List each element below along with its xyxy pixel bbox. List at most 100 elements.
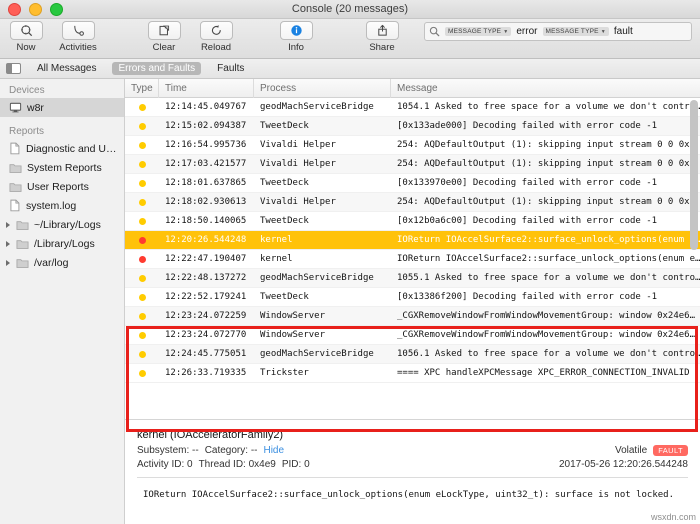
- close-button-icon[interactable]: [8, 2, 21, 16]
- search-token-field-label-1: MESSAGE TYPE: [545, 28, 599, 35]
- detail-volatile-label: Volatile: [614, 445, 648, 456]
- sidebar-item-home-library-logs[interactable]: ~/Library/Logs: [0, 215, 124, 234]
- sidebar-item-label-system-reports: System Reports: [27, 161, 102, 174]
- warning-dot-icon: [138, 122, 146, 130]
- row-time-cell: 12:20:26.544248: [165, 235, 247, 245]
- column-header-type[interactable]: Type: [125, 79, 159, 98]
- search-input[interactable]: MESSAGE TYPE ▼ error MESSAGE TYPE ▼ faul…: [424, 22, 692, 41]
- toolbar-label-share: Share: [369, 42, 395, 53]
- warning-dot-icon: [138, 331, 146, 339]
- disclosure-triangle-icon[interactable]: [6, 259, 10, 266]
- sidebar-toggle-icon[interactable]: [6, 63, 21, 74]
- table-row[interactable]: 12:18:02.930613 Vivaldi Helper 254: AQDefa…: [125, 193, 700, 212]
- row-message-cell: _CGXRemoveWindowFromWindowMovementGroup:…: [397, 311, 696, 321]
- search-token-field-1[interactable]: MESSAGE TYPE ▼: [542, 27, 609, 36]
- scope-button-errors-and-faults[interactable]: Errors and Faults: [112, 62, 202, 75]
- toolbar-button-now[interactable]: Now: [0, 21, 52, 53]
- scope-button-faults[interactable]: Faults: [211, 62, 250, 75]
- row-type-cell: [125, 255, 159, 263]
- sidebar-item-w8r[interactable]: w8r: [0, 98, 124, 117]
- disclosure-triangle-icon[interactable]: [6, 221, 10, 228]
- row-time-cell: 12:22:52.179241: [165, 292, 247, 302]
- toolbar-button-activities[interactable]: Activities: [52, 21, 104, 53]
- toolbar-label-activities: Activities: [59, 42, 97, 53]
- row-process-cell: TweetDeck: [260, 292, 309, 302]
- table-row[interactable]: 12:22:52.179241 TweetDeck [0x13386f200] De…: [125, 288, 700, 307]
- log-table-rows: 12:14:45.049767 geodMachServiceBridge 1054…: [125, 98, 700, 419]
- sidebar-item-label-var-log: /var/log: [34, 256, 69, 269]
- sidebar-item-diagnostic-and-usage[interactable]: Diagnostic and U…: [0, 139, 124, 158]
- row-type-cell: [125, 312, 159, 320]
- sidebar-item-label-home-library-logs: ~/Library/Logs: [34, 218, 101, 231]
- chevron-down-icon: ▼: [503, 28, 509, 35]
- row-time-cell: 12:14:45.049767: [165, 102, 247, 112]
- detail-meta-row-2: Activity ID: 0 Thread ID: 0x4e9 PID: 0 2…: [137, 459, 688, 470]
- detail-message-body: IOReturn IOAccelSurface2::surface_unlock…: [143, 490, 675, 500]
- traffic-lights: [0, 2, 63, 16]
- minimize-button-icon[interactable]: [29, 2, 42, 16]
- row-time-cell: 12:18:50.140065: [165, 216, 247, 226]
- sidebar-item-system-reports[interactable]: System Reports: [0, 158, 124, 177]
- sidebar-item-library-logs[interactable]: /Library/Logs: [0, 234, 124, 253]
- table-row[interactable]: 12:15:02.094387 TweetDeck [0x133ade000] De…: [125, 117, 700, 136]
- sidebar-item-label-diagnostic: Diagnostic and U…: [26, 142, 117, 155]
- row-time-cell: 12:22:47.190407: [165, 254, 247, 264]
- sidebar-item-user-reports[interactable]: User Reports: [0, 177, 124, 196]
- toolbar-button-share[interactable]: Share: [356, 21, 408, 53]
- window-body: Devices w8r Reports Diagnostic and U… Sy…: [0, 79, 700, 524]
- warning-dot-icon: [138, 312, 146, 320]
- row-time-cell: 12:18:02.930613: [165, 197, 247, 207]
- detail-timestamp: 2017-05-26 12:20:26.544248: [558, 459, 688, 470]
- column-header-time[interactable]: Time: [159, 79, 254, 98]
- sidebar-item-system-log[interactable]: system.log: [0, 196, 124, 215]
- detail-thread-id: Thread ID: 0x4e9: [198, 459, 276, 470]
- search-token-value-0[interactable]: error: [516, 26, 537, 37]
- toolbar-button-clear[interactable]: Clear: [138, 21, 190, 53]
- toolbar-button-reload[interactable]: Reload: [190, 21, 242, 53]
- warning-dot-icon: [138, 103, 146, 111]
- table-row[interactable]: 12:22:48.137272 geodMachServiceBridge 1055…: [125, 269, 700, 288]
- status-badge-fault: FAULT: [653, 445, 688, 456]
- folder-icon: [16, 258, 29, 268]
- table-row[interactable]: 12:16:54.995736 Vivaldi Helper 254: AQDefa…: [125, 136, 700, 155]
- table-row[interactable]: 12:17:03.421577 Vivaldi Helper 254: AQDefa…: [125, 155, 700, 174]
- table-vertical-scrollbar[interactable]: [690, 98, 698, 419]
- table-row[interactable]: 12:20:26.544248 kernel IOReturn IOAccelSur…: [125, 231, 700, 250]
- table-row[interactable]: 12:23:24.072259 WindowServer _CGXRemoveWin…: [125, 307, 700, 326]
- row-message-cell: IOReturn IOAccelSurface2::surface_unlock…: [397, 235, 700, 245]
- detail-hide-link[interactable]: Hide: [263, 445, 284, 456]
- table-scrollbar-thumb[interactable]: [690, 100, 698, 250]
- disclosure-triangle-icon[interactable]: [6, 240, 10, 247]
- row-message-cell: 1056.1 Asked to free space for a volume …: [397, 349, 700, 359]
- table-row[interactable]: 12:22:47.190407 kernel IOReturn IOAccelSur…: [125, 250, 700, 269]
- search-token-field-0[interactable]: MESSAGE TYPE ▼: [445, 27, 512, 36]
- reload-icon: [211, 25, 221, 35]
- row-message-cell: [0x133970e00] Decoding failed with error…: [397, 178, 658, 188]
- row-process-cell: TweetDeck: [260, 121, 309, 131]
- row-message-cell: 1054.1 Asked to free space for a volume …: [397, 102, 700, 112]
- table-row[interactable]: 12:18:01.637865 TweetDeck [0x133970e00] De…: [125, 174, 700, 193]
- row-process-cell: Vivaldi Helper: [260, 197, 336, 207]
- share-icon: [377, 24, 387, 36]
- table-row[interactable]: 12:14:45.049767 geodMachServiceBridge 1054…: [125, 98, 700, 117]
- sidebar-item-var-log[interactable]: /var/log: [0, 253, 124, 272]
- table-row[interactable]: 12:26:33.719335 Trickster ==== XPC handleX…: [125, 364, 700, 383]
- detail-activity-id: Activity ID: 0: [137, 459, 193, 470]
- sidebar: Devices w8r Reports Diagnostic and U… Sy…: [0, 79, 125, 524]
- toolbar-button-info[interactable]: Info: [270, 21, 322, 53]
- log-table-header: Type Time Process Message: [125, 79, 700, 98]
- table-row[interactable]: 12:24:45.775051 geodMachServiceBridge 1056…: [125, 345, 700, 364]
- row-type-cell: [125, 217, 159, 225]
- search-token-value-1[interactable]: fault: [614, 26, 633, 37]
- table-row[interactable]: 12:23:24.072770 WindowServer _CGXRemoveWin…: [125, 326, 700, 345]
- row-time-cell: 12:23:24.072770: [165, 330, 247, 340]
- column-header-process[interactable]: Process: [254, 79, 391, 98]
- toolbar-label-reload: Reload: [200, 42, 232, 53]
- main-content: Type Time Process Message 12:14:45.04976…: [125, 79, 700, 524]
- scope-button-all-messages[interactable]: All Messages: [31, 62, 102, 75]
- table-row[interactable]: 12:18:50.140065 TweetDeck [0x12b0a6c00] De…: [125, 212, 700, 231]
- row-type-cell: [125, 331, 159, 339]
- maximize-button-icon[interactable]: [50, 2, 63, 16]
- row-time-cell: 12:18:01.637865: [165, 178, 247, 188]
- column-header-message[interactable]: Message: [391, 79, 700, 98]
